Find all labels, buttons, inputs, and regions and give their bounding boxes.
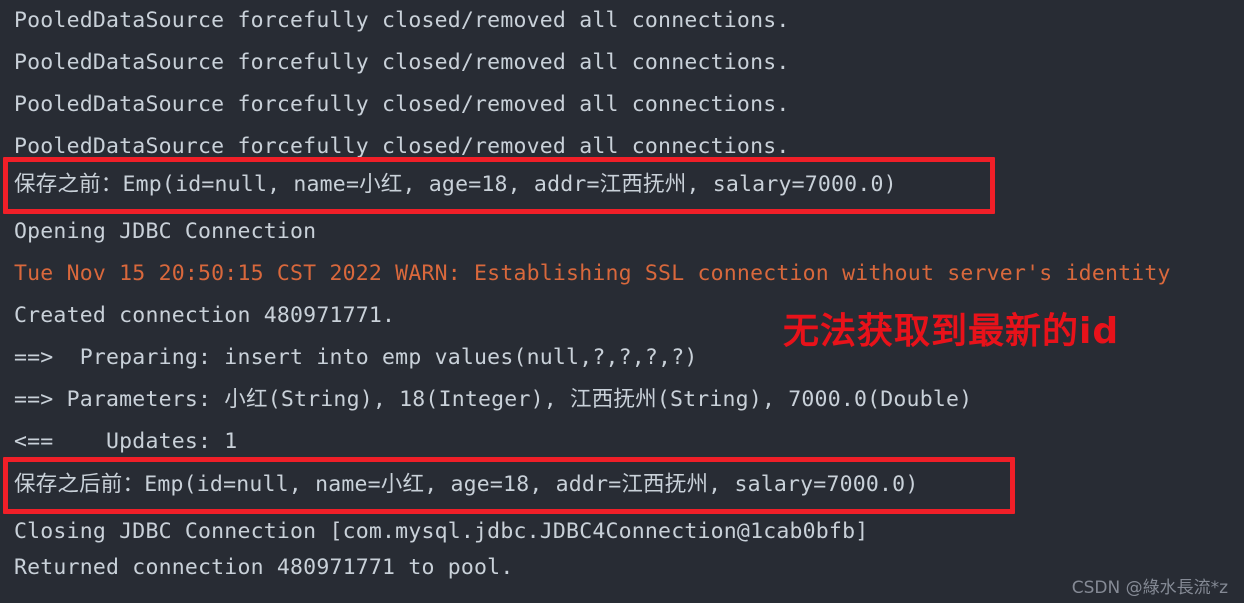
console-line: 保存之前：Emp(id=null, name=小红, age=18, addr=…: [14, 172, 897, 197]
console-line: PooledDataSource forcefully closed/remov…: [14, 134, 790, 159]
annotation-label: 无法获取到最新的id: [783, 311, 1120, 352]
watermark: CSDN @綠水長流*z: [1071, 578, 1228, 598]
console-line: Created connection 480971771.: [14, 303, 396, 328]
console-line: ==> Parameters: 小红(String), 18(Integer),…: [14, 387, 973, 412]
console-line: <== Updates: 1: [14, 429, 238, 454]
console-line: PooledDataSource forcefully closed/remov…: [14, 50, 790, 75]
console-line: Opening JDBC Connection: [14, 219, 317, 244]
console-line: 保存之后前：Emp(id=null, name=小红, age=18, addr…: [14, 472, 919, 497]
console-line: ==> Preparing: insert into emp values(nu…: [14, 345, 698, 370]
console-line: Returned connection 480971771 to pool.: [14, 555, 514, 580]
console-line: PooledDataSource forcefully closed/remov…: [14, 8, 790, 33]
console-line: PooledDataSource forcefully closed/remov…: [14, 92, 790, 117]
console-screenshot: PooledDataSource forcefully closed/remov…: [0, 0, 1244, 603]
console-line: Tue Nov 15 20:50:15 CST 2022 WARN: Estab…: [14, 261, 1171, 286]
annotation-text: 无法获取到最新的id: [783, 302, 1119, 354]
